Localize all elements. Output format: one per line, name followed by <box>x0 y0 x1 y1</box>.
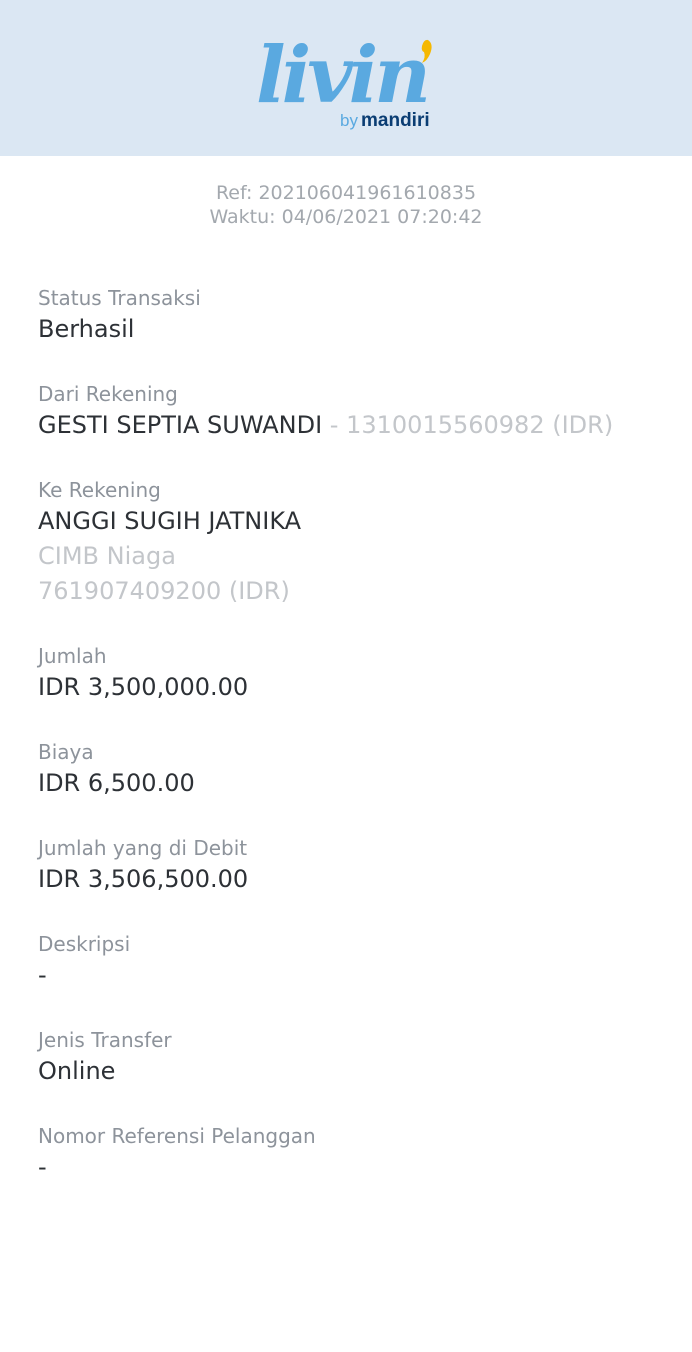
amount-field: Jumlah IDR 3,500,000.00 <box>38 642 658 705</box>
receipt-reference: Ref: 202106041961610835 Waktu: 04/06/202… <box>0 181 692 229</box>
to-account-number: 761907409200 (IDR) <box>38 577 290 605</box>
status-label: Status Transaksi <box>38 286 201 310</box>
reference-number: Ref: 202106041961610835 <box>215 182 477 204</box>
from-account-field: Dari Rekening GESTI SEPTIA SUWANDI - 131… <box>38 380 658 443</box>
fee-label: Biaya <box>38 740 94 764</box>
to-account-bank: CIMB Niaga <box>38 542 176 570</box>
transaction-time: Waktu: 04/06/2021 07:20:42 <box>209 206 483 228</box>
to-account-field: Ke Rekening ANGGI SUGIH JATNIKA CIMB Nia… <box>38 476 658 609</box>
description-value: - <box>38 961 47 989</box>
transfer-type-field: Jenis Transfer Online <box>38 1026 658 1089</box>
transfer-type-label: Jenis Transfer <box>38 1028 172 1052</box>
svg-text:mandiri: mandiri <box>361 110 430 131</box>
status-value: Berhasil <box>38 315 135 343</box>
livin-mandiri-logo: livin by mandiri <box>256 30 432 131</box>
transfer-type-value: Online <box>38 1057 116 1085</box>
status-field: Status Transaksi Berhasil <box>38 284 658 347</box>
debited-amount-label: Jumlah yang di Debit <box>38 836 248 860</box>
to-account-name: ANGGI SUGIH JATNIKA <box>38 507 302 535</box>
fee-field: Biaya IDR 6,500.00 <box>38 738 658 801</box>
customer-reference-value: - <box>38 1153 47 1181</box>
from-account-value: GESTI SEPTIA SUWANDI - 1310015560982 (ID… <box>38 408 658 443</box>
debited-amount-value: IDR 3,506,500.00 <box>38 865 249 893</box>
from-account-number: - 1310015560982 (IDR) <box>322 411 614 439</box>
fee-value: IDR 6,500.00 <box>38 769 195 797</box>
header-banner: livin by mandiri <box>0 0 692 156</box>
svg-text:livin: livin <box>256 30 427 121</box>
to-account-label: Ke Rekening <box>38 478 161 502</box>
description-field: Deskripsi - <box>38 930 658 993</box>
amount-value: IDR 3,500,000.00 <box>38 673 249 701</box>
amount-label: Jumlah <box>38 644 107 668</box>
from-account-name: GESTI SEPTIA SUWANDI <box>38 411 323 439</box>
description-label: Deskripsi <box>38 932 131 956</box>
customer-reference-field: Nomor Referensi Pelanggan - <box>38 1122 658 1185</box>
from-account-label: Dari Rekening <box>38 382 178 406</box>
debited-amount-field: Jumlah yang di Debit IDR 3,506,500.00 <box>38 834 658 897</box>
customer-reference-label: Nomor Referensi Pelanggan <box>38 1124 316 1148</box>
svg-text:by: by <box>340 111 358 130</box>
